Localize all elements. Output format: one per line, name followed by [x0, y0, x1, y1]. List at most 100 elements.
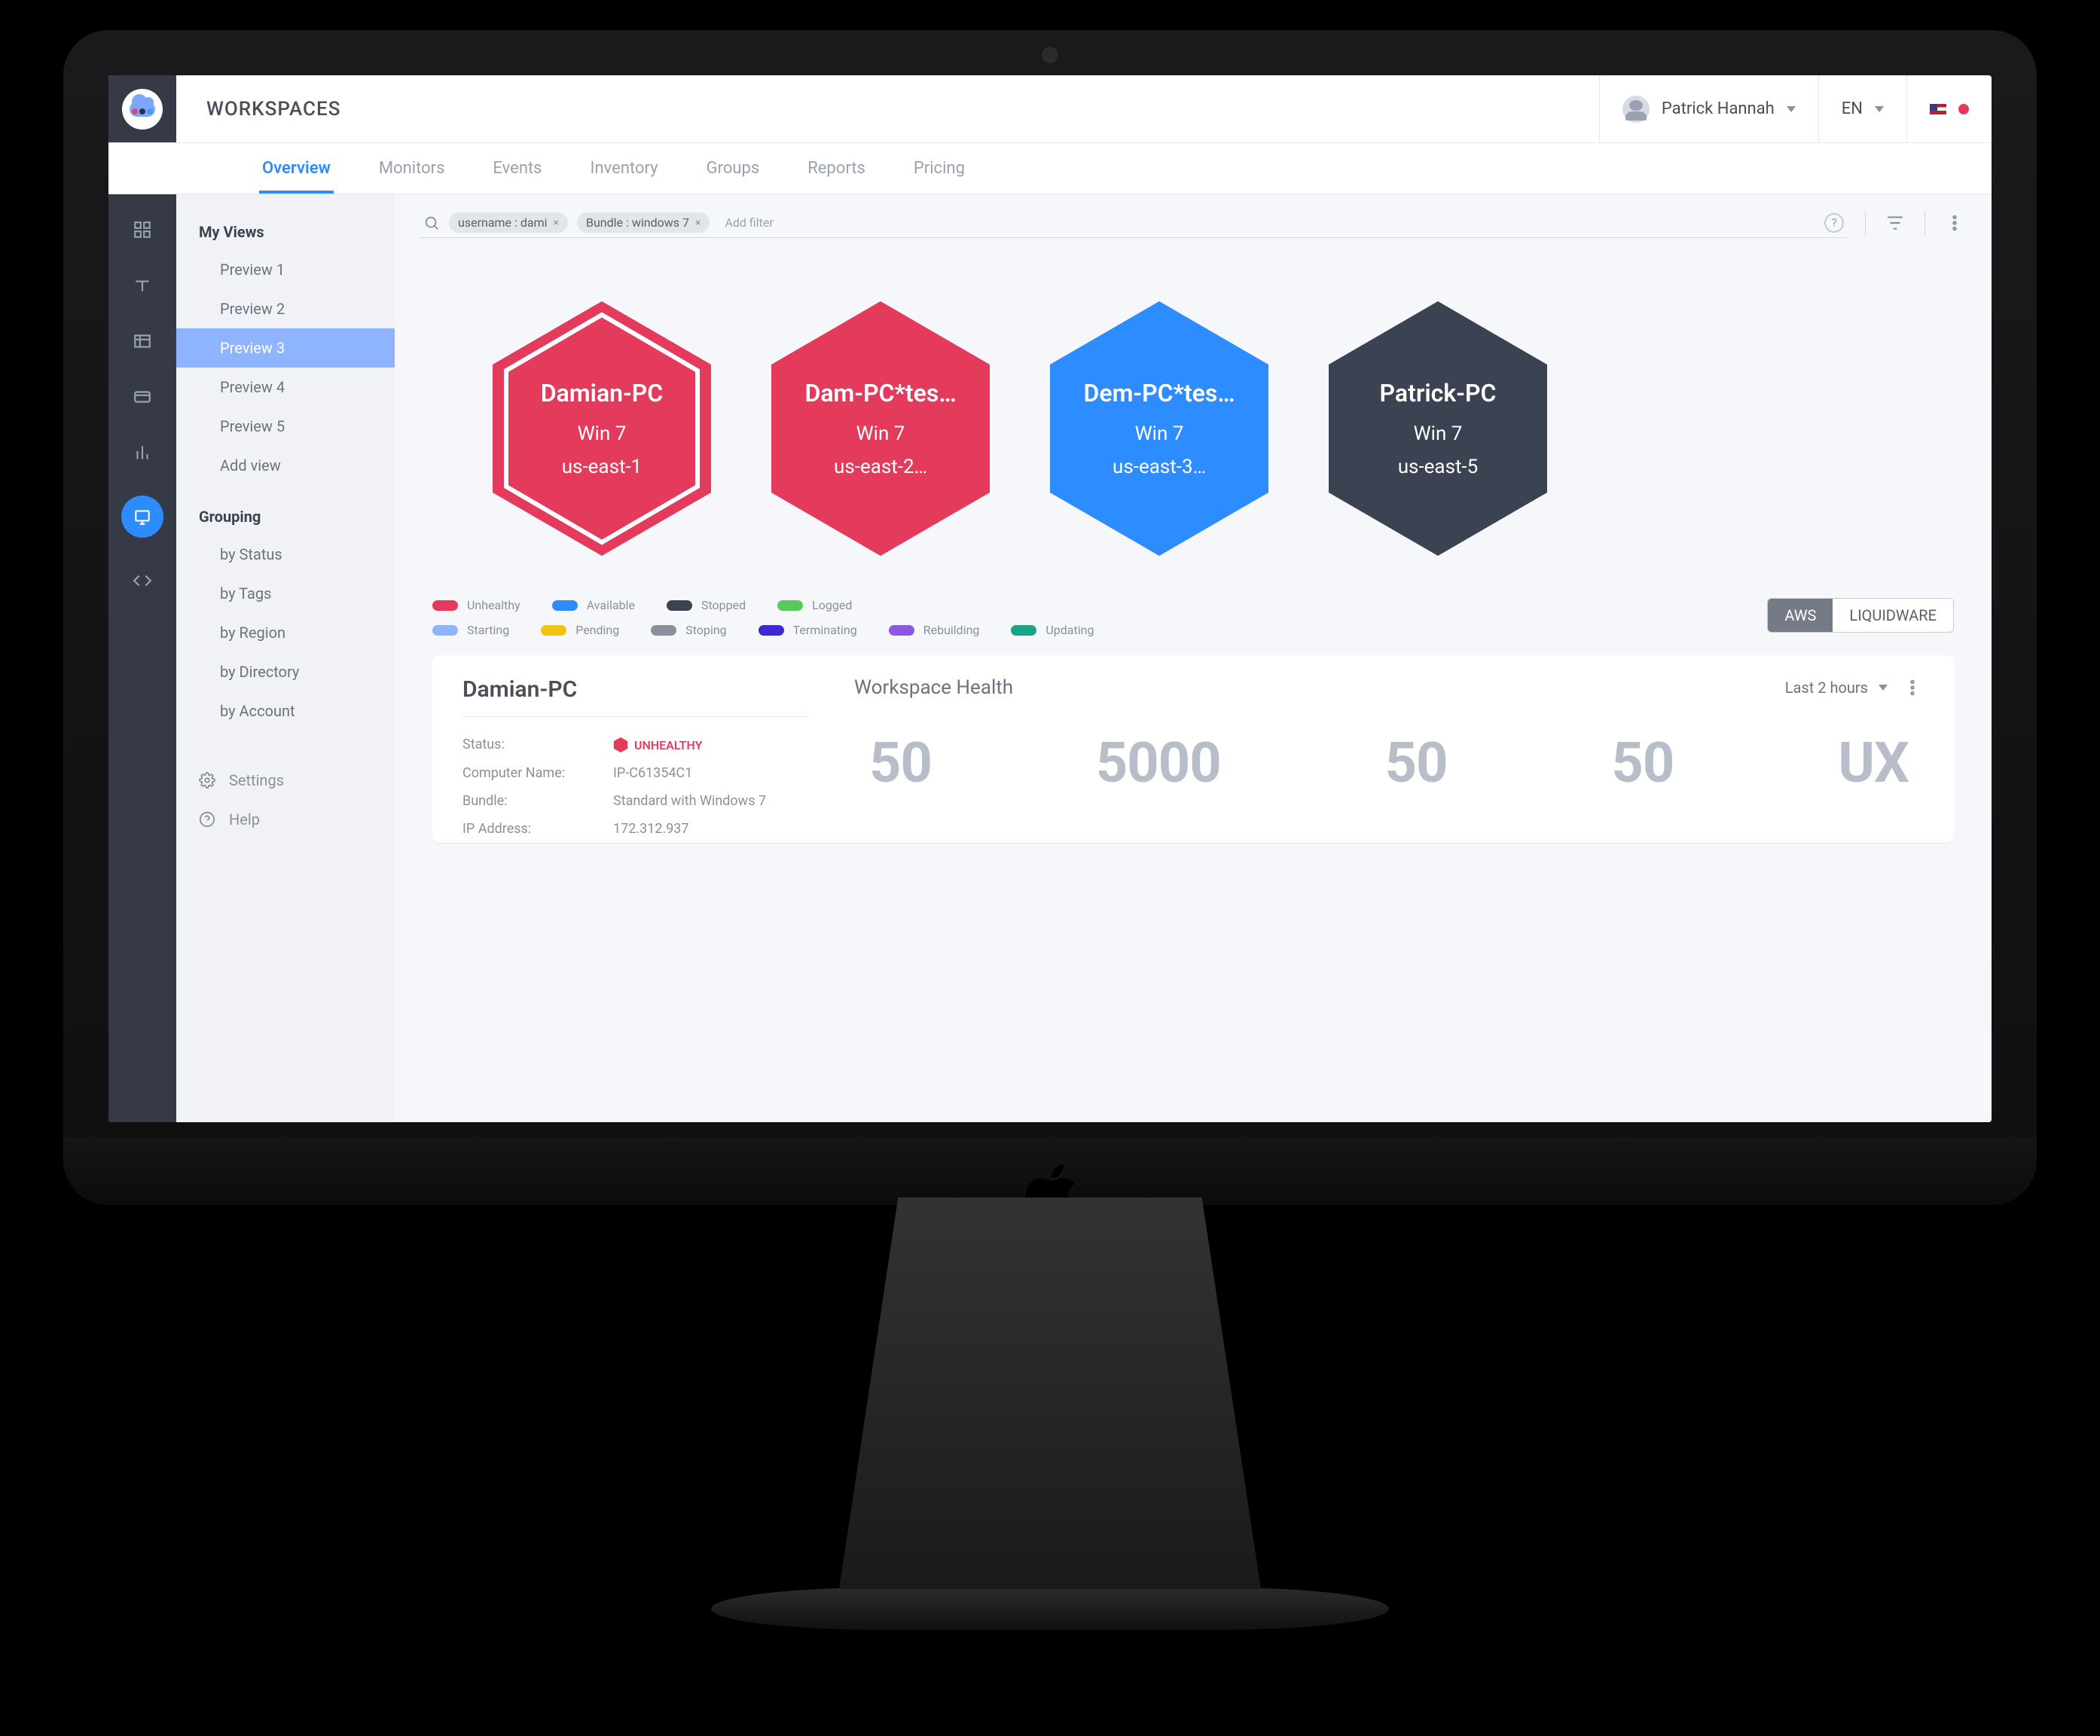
detail-title: Damian-PC	[462, 676, 809, 717]
dashboard-icon[interactable]	[130, 217, 155, 243]
legend-pill-icon	[432, 600, 458, 611]
language-label: EN	[1842, 99, 1863, 118]
tab-events[interactable]: Events	[490, 144, 545, 193]
hex-os: Win 7	[578, 423, 627, 445]
user-menu[interactable]: Patrick Hannah	[1599, 75, 1818, 142]
group-by-region[interactable]: by Region	[176, 613, 395, 652]
legend-label: Updating	[1045, 623, 1094, 637]
workspace-hex[interactable]: Dam-PC*tes…Win 7us-east-2…	[764, 297, 997, 560]
settings-label: Settings	[229, 771, 284, 789]
chevron-down-icon	[1879, 685, 1888, 691]
tab-monitors[interactable]: Monitors	[376, 144, 448, 193]
hex-os: Win 7	[1135, 423, 1184, 445]
search-icon	[423, 215, 440, 231]
legend-pill-icon	[651, 625, 676, 636]
legend-pill-icon	[889, 625, 914, 636]
hex-region: us-east-3…	[1113, 456, 1206, 478]
sidebar-view-preview4[interactable]: Preview 4	[176, 368, 395, 407]
legend-pill-icon	[552, 600, 578, 611]
table-icon[interactable]	[130, 328, 155, 354]
hex-name: Dem-PC*tes…	[1084, 379, 1235, 407]
camera-dot	[1042, 47, 1058, 63]
hex-os: Win 7	[1414, 423, 1463, 445]
app-logo[interactable]	[108, 75, 176, 142]
hex-icon	[613, 737, 628, 753]
legend-label: Stoping	[685, 623, 726, 637]
status-legend: Unhealthy Available Stopped Logged Starting…	[432, 598, 1094, 637]
add-filter-button[interactable]: Add filter	[725, 215, 773, 230]
tab-reports[interactable]: Reports	[804, 144, 868, 193]
legend-item: Available	[552, 598, 635, 612]
notifications-button[interactable]	[1906, 75, 1992, 142]
hex-name: Damian-PC	[541, 379, 663, 407]
close-icon[interactable]: ×	[554, 217, 559, 229]
legend-label: Rebuilding	[923, 623, 980, 637]
group-by-tags[interactable]: by Tags	[176, 574, 395, 613]
code-icon[interactable]	[130, 568, 155, 593]
group-by-account[interactable]: by Account	[176, 691, 395, 731]
tab-inventory[interactable]: Inventory	[588, 144, 661, 193]
status-badge: UNHEALTHY	[613, 737, 702, 753]
more-icon[interactable]	[1901, 676, 1924, 699]
workspace-hex[interactable]: Patrick-PCWin 7us-east-5	[1321, 297, 1555, 560]
legend-pill-icon	[432, 625, 458, 636]
source-toggle[interactable]: AWS LIQUIDWARE	[1767, 598, 1954, 633]
legend-item: Stopped	[667, 598, 746, 612]
computer-value: IP-C61354C1	[613, 765, 692, 781]
sidebar-view-preview1[interactable]: Preview 1	[176, 250, 395, 289]
workspace-hex[interactable]: Damian-PC Win 7 us-east-1	[485, 297, 719, 560]
legend-item: Stoping	[651, 623, 726, 637]
hex-region: us-east-1	[562, 456, 643, 478]
sidebar-view-add[interactable]: Add view	[176, 446, 395, 485]
imac-stand	[839, 1198, 1261, 1589]
main-area: username : dami× Bundle : windows 7× Add…	[395, 194, 1992, 1122]
filter-chip-bundle[interactable]: Bundle : windows 7×	[577, 212, 710, 233]
legend-item: Starting	[432, 623, 509, 637]
legend-label: Logged	[812, 598, 852, 612]
legend-label: Unhealthy	[467, 598, 520, 612]
sidebar-view-preview2[interactable]: Preview 2	[176, 289, 395, 328]
page-title: WORKSPACES	[176, 98, 371, 121]
toggle-liquidware[interactable]: LIQUIDWARE	[1833, 599, 1953, 632]
settings-link[interactable]: Settings	[176, 761, 395, 800]
legend-item: Logged	[777, 598, 852, 612]
health-metric: 50	[1611, 731, 1674, 796]
hex-name: Patrick-PC	[1380, 379, 1497, 407]
legend-label: Stopped	[701, 598, 746, 612]
analytics-icon[interactable]	[130, 440, 155, 465]
sidebar-view-preview3[interactable]: Preview 3	[176, 328, 395, 368]
chevron-down-icon	[1875, 106, 1884, 112]
card-icon[interactable]	[130, 384, 155, 410]
group-by-status[interactable]: by Status	[176, 535, 395, 574]
status-key: Status:	[462, 737, 591, 753]
help-icon[interactable]: ?	[1824, 213, 1844, 233]
text-icon[interactable]	[130, 273, 155, 298]
tab-overview[interactable]: Overview	[259, 144, 334, 193]
filter-icon[interactable]	[1884, 212, 1906, 234]
time-range-dropdown[interactable]: Last 2 hours	[1785, 679, 1888, 697]
hex-name: Dam-PC*tes…	[805, 379, 957, 407]
more-icon[interactable]	[1943, 212, 1966, 234]
sidebar-view-preview5[interactable]: Preview 5	[176, 407, 395, 446]
ip-value: 172.312.937	[613, 821, 689, 837]
help-link[interactable]: Help	[176, 800, 395, 839]
filter-chip-username[interactable]: username : dami×	[449, 212, 568, 233]
alert-dot-icon	[1958, 104, 1969, 114]
legend-label: Terminating	[793, 623, 857, 637]
legend-item: Pending	[541, 623, 619, 637]
close-icon[interactable]: ×	[695, 217, 701, 229]
ip-key: IP Address:	[462, 821, 591, 837]
workspace-hex[interactable]: Dem-PC*tes… Win 7 us-east-3…	[1042, 297, 1276, 560]
tab-pricing[interactable]: Pricing	[911, 144, 968, 193]
workspace-hex-grid: Damian-PCWin 7us-east-1Dam-PC*tes…Win 7u…	[395, 252, 1992, 590]
group-by-directory[interactable]: by Directory	[176, 652, 395, 691]
workspace-icon[interactable]	[121, 496, 163, 538]
language-menu[interactable]: EN	[1818, 75, 1906, 142]
health-metric: UX	[1838, 731, 1909, 796]
range-label: Last 2 hours	[1785, 679, 1868, 697]
filter-search[interactable]: username : dami× Bundle : windows 7× Add…	[420, 208, 1847, 238]
tab-groups[interactable]: Groups	[704, 144, 763, 193]
toggle-aws[interactable]: AWS	[1768, 599, 1833, 632]
my-views-heading: My Views	[176, 214, 395, 250]
legend-item: Updating	[1011, 623, 1094, 637]
